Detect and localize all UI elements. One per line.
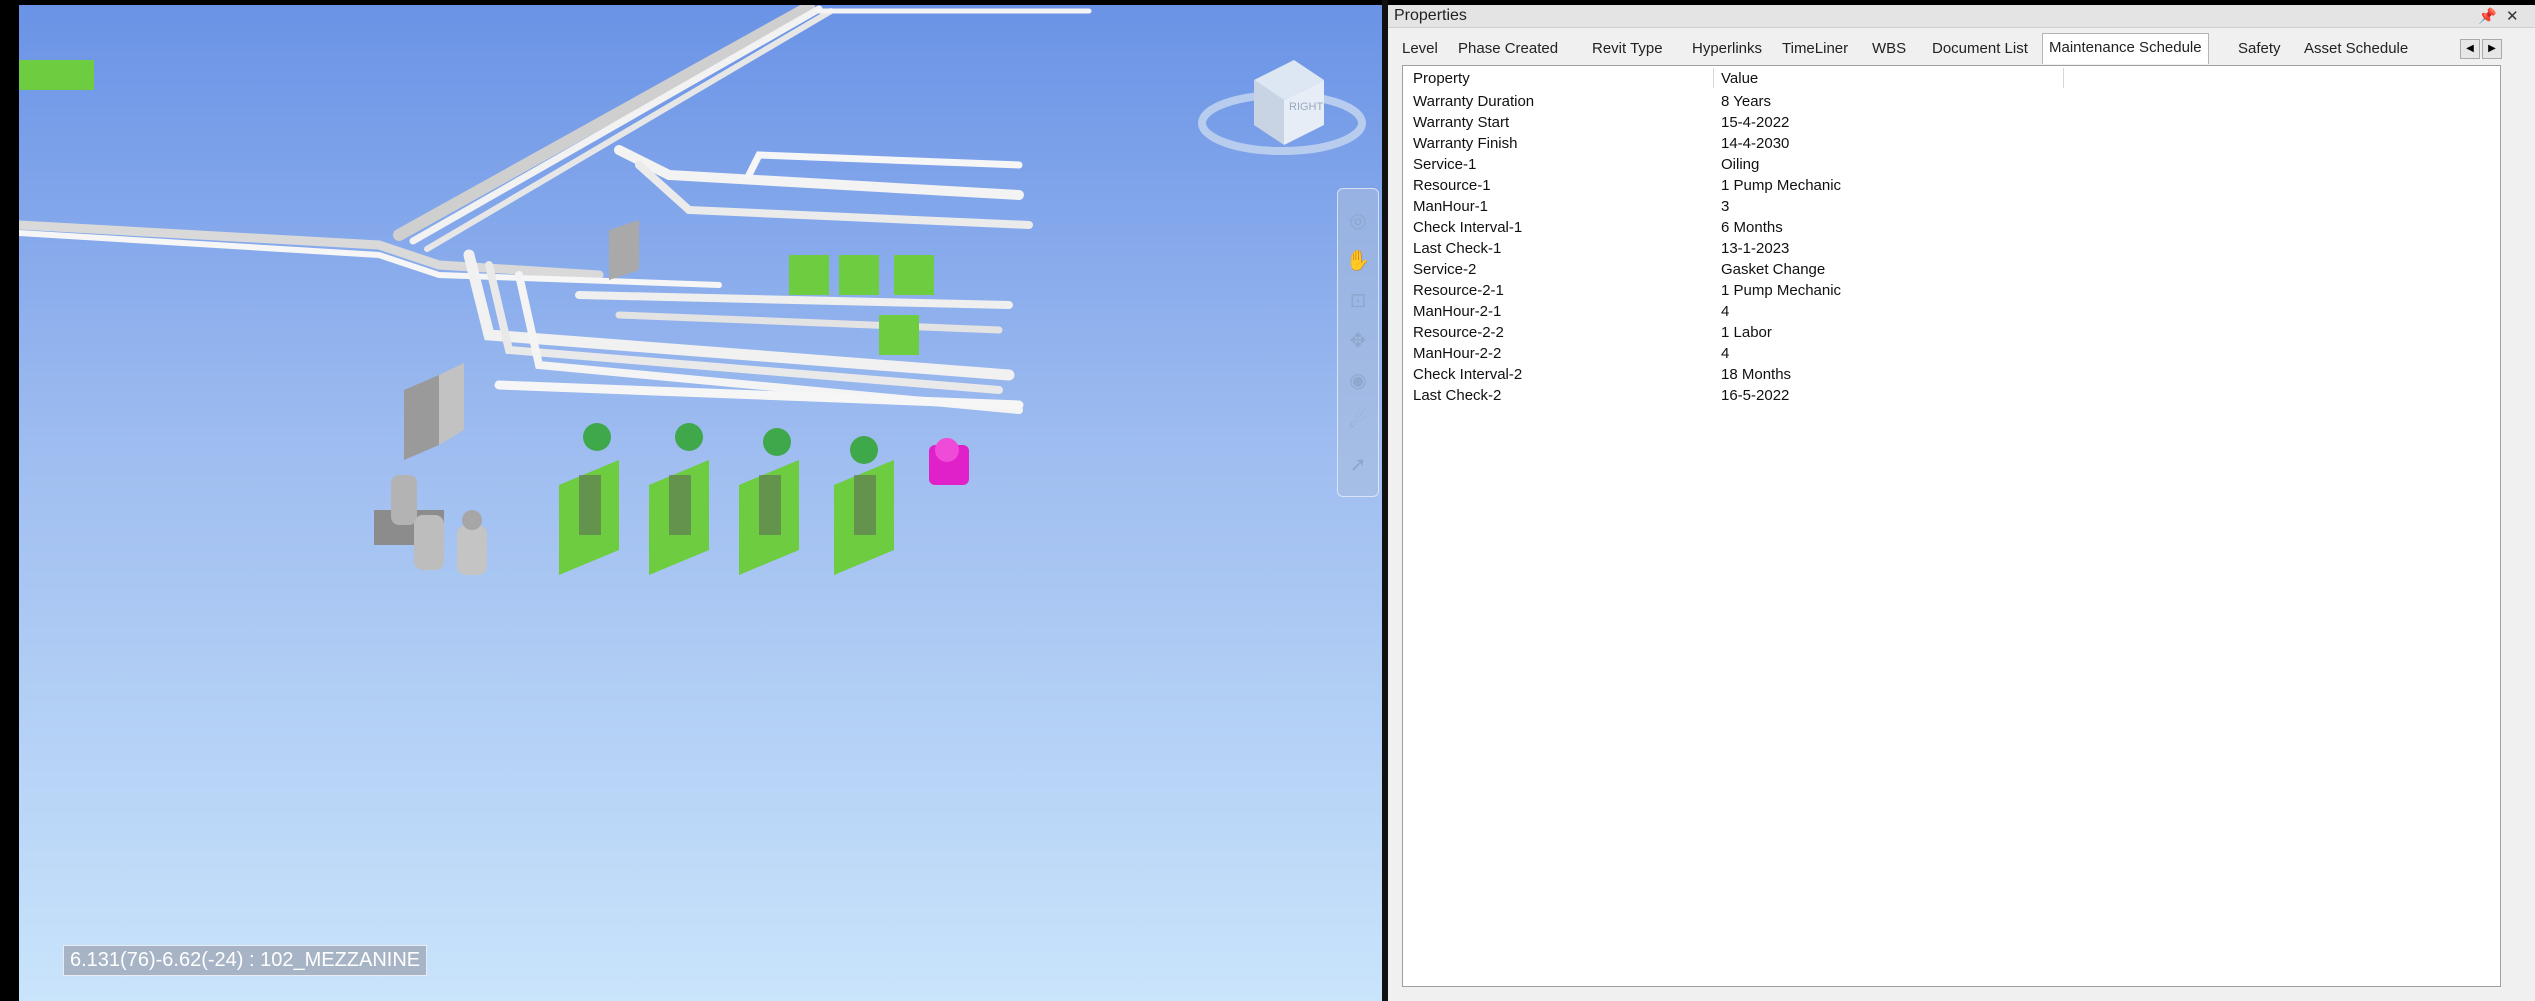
property-value: 18 Months bbox=[1721, 366, 1792, 383]
walk-icon[interactable]: ☄ bbox=[1343, 405, 1373, 435]
column-header-value[interactable]: Value bbox=[1721, 70, 1758, 87]
tab-asset-schedule[interactable]: Asset Schedule bbox=[2304, 35, 2408, 63]
tab-timeliner[interactable]: TimeLiner bbox=[1782, 35, 1848, 63]
property-value: 1 Pump Mechanic bbox=[1721, 177, 1842, 194]
table-row[interactable]: Warranty Duration 8 Years bbox=[1403, 91, 2500, 112]
property-name: ManHour-1 bbox=[1413, 198, 1489, 215]
air-handling-units[interactable] bbox=[559, 460, 894, 575]
property-value: 4 bbox=[1721, 303, 1730, 320]
property-value: 16-5-2022 bbox=[1721, 387, 1790, 404]
property-value: 1 Pump Mechanic bbox=[1721, 282, 1842, 299]
property-name: Check Interval-1 bbox=[1413, 219, 1523, 236]
table-row[interactable]: Service-2 Gasket Change bbox=[1403, 259, 2500, 280]
property-value: 3 bbox=[1721, 198, 1730, 215]
storage-tanks[interactable] bbox=[374, 475, 487, 575]
tab-revit-type[interactable]: Revit Type bbox=[1592, 35, 1663, 63]
table-row[interactable]: Resource-2-2 1 Labor bbox=[1403, 322, 2500, 343]
property-name: Warranty Finish bbox=[1413, 135, 1518, 152]
column-separator[interactable] bbox=[1713, 68, 1714, 88]
tab-phase-created[interactable]: Phase Created bbox=[1458, 35, 1558, 63]
tab-scroll-left-icon[interactable]: ◀ bbox=[2460, 39, 2480, 59]
zoom-window-icon[interactable]: ⊡ bbox=[1343, 285, 1373, 315]
properties-panel: Properties 📌 ✕ Level Phase Created Revit… bbox=[1388, 5, 2535, 1001]
property-name: Resource-2-2 bbox=[1413, 324, 1504, 341]
tab-level[interactable]: Level bbox=[1402, 35, 1438, 63]
orbit-icon[interactable]: ✥ bbox=[1343, 325, 1373, 355]
tab-document-list[interactable]: Document List bbox=[1932, 35, 2028, 63]
table-row[interactable]: Last Check-2 16-5-2022 bbox=[1403, 385, 2500, 406]
table-row[interactable]: ManHour-2-1 4 bbox=[1403, 301, 2500, 322]
properties-tabs: Level Phase Created Revit Type Hyperlink… bbox=[1402, 33, 2535, 64]
pumps[interactable] bbox=[19, 60, 934, 464]
property-name: Resource-1 bbox=[1413, 177, 1491, 194]
steering-wheel-icon[interactable]: ◎ bbox=[1343, 205, 1373, 235]
properties-title-bar: Properties 📌 ✕ bbox=[1388, 5, 2535, 28]
table-row[interactable]: ManHour-1 3 bbox=[1403, 196, 2500, 217]
property-value: 6 Months bbox=[1721, 219, 1783, 236]
navigation-bar: ◎ ✋ ⊡ ✥ ◉ ☄ ➚ bbox=[1337, 188, 1379, 497]
property-name: Resource-2-1 bbox=[1413, 282, 1504, 299]
table-row[interactable]: Last Check-1 13-1-2023 bbox=[1403, 238, 2500, 259]
property-name: Check Interval-2 bbox=[1413, 366, 1523, 383]
table-row[interactable]: Service-1 Oiling bbox=[1403, 154, 2500, 175]
select-icon[interactable]: ➚ bbox=[1343, 449, 1373, 479]
location-label: 6.131(76)-6.62(-24) : 102_MEZZANINE bbox=[63, 945, 428, 976]
property-name: ManHour-2-1 bbox=[1413, 303, 1502, 320]
look-icon[interactable]: ◉ bbox=[1343, 365, 1373, 395]
tab-scroll-right-icon[interactable]: ▶ bbox=[2482, 39, 2502, 59]
selected-pump[interactable] bbox=[929, 438, 969, 485]
viewcube[interactable]: RIGHT bbox=[1194, 45, 1369, 165]
property-value: Gasket Change bbox=[1721, 261, 1826, 278]
model-scene[interactable] bbox=[19, 5, 1382, 1001]
table-row[interactable]: Resource-1 1 Pump Mechanic bbox=[1403, 175, 2500, 196]
pin-icon[interactable]: 📌 bbox=[2478, 7, 2497, 25]
table-row[interactable]: Check Interval-2 18 Months bbox=[1403, 364, 2500, 385]
table-row[interactable]: Check Interval-1 6 Months bbox=[1403, 217, 2500, 238]
tab-safety[interactable]: Safety bbox=[2238, 35, 2281, 63]
property-value: 8 Years bbox=[1721, 93, 1772, 110]
column-separator[interactable] bbox=[2063, 68, 2064, 88]
property-value: 4 bbox=[1721, 345, 1730, 362]
table-row[interactable]: Warranty Start 15-4-2022 bbox=[1403, 112, 2500, 133]
property-name: ManHour-2-2 bbox=[1413, 345, 1502, 362]
property-value: 15-4-2022 bbox=[1721, 114, 1790, 131]
property-value: 1 Labor bbox=[1721, 324, 1772, 341]
table-row[interactable]: Warranty Finish 14-4-2030 bbox=[1403, 133, 2500, 154]
property-name: Warranty Start bbox=[1413, 114, 1510, 131]
pan-icon[interactable]: ✋ bbox=[1343, 245, 1373, 275]
property-name: Last Check-1 bbox=[1413, 240, 1502, 257]
property-value: 14-4-2030 bbox=[1721, 135, 1790, 152]
property-name: Service-2 bbox=[1413, 261, 1477, 278]
close-icon[interactable]: ✕ bbox=[2506, 7, 2519, 25]
property-name: Service-1 bbox=[1413, 156, 1477, 173]
properties-grid[interactable]: Property Value Warranty Duration 8 Years … bbox=[1402, 65, 2501, 987]
property-value: 13-1-2023 bbox=[1721, 240, 1790, 257]
property-name: Last Check-2 bbox=[1413, 387, 1502, 404]
property-value: Oiling bbox=[1721, 156, 1760, 173]
tab-hyperlinks[interactable]: Hyperlinks bbox=[1692, 35, 1762, 63]
3d-viewport[interactable]: RIGHT ◎ ✋ ⊡ ✥ ◉ ☄ ➚ 6.131(76)-6.62(-24) … bbox=[19, 5, 1382, 1001]
viewcube-right-label[interactable]: RIGHT bbox=[1289, 101, 1324, 113]
tab-wbs[interactable]: WBS bbox=[1872, 35, 1906, 63]
table-row[interactable]: Resource-2-1 1 Pump Mechanic bbox=[1403, 280, 2500, 301]
table-row[interactable]: ManHour-2-2 4 bbox=[1403, 343, 2500, 364]
pipe-rack[interactable] bbox=[19, 5, 1092, 414]
tab-maintenance-schedule[interactable]: Maintenance Schedule bbox=[2042, 33, 2209, 64]
column-header-property[interactable]: Property bbox=[1413, 70, 1470, 87]
property-name: Warranty Duration bbox=[1413, 93, 1535, 110]
panel-title: Properties bbox=[1394, 7, 1467, 24]
